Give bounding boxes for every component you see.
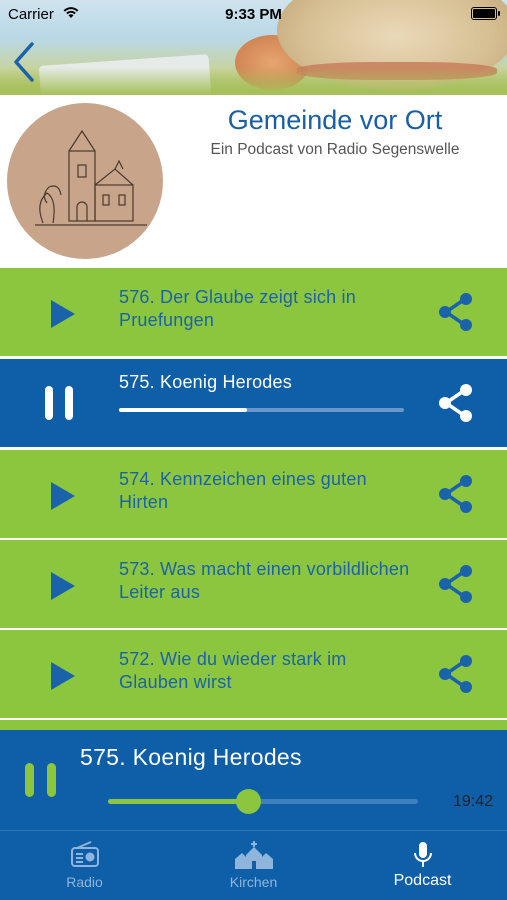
podcast-info: Gemeinde vor Ort Ein Podcast von Radio S… xyxy=(0,95,507,267)
podcast-title: Gemeinde vor Ort xyxy=(227,105,443,135)
podcast-cover xyxy=(7,103,163,259)
episode-title: 575. Koenig Herodes xyxy=(119,372,292,392)
episode-row[interactable]: 573. Was macht einen vorbildlichen Leite… xyxy=(0,540,507,628)
church-icon xyxy=(234,841,273,869)
play-icon[interactable] xyxy=(47,660,79,692)
share-icon[interactable] xyxy=(437,654,475,694)
player-seek-slider[interactable] xyxy=(108,789,418,814)
share-icon[interactable] xyxy=(437,383,475,423)
pause-icon[interactable] xyxy=(44,385,74,421)
tab-podcast[interactable]: Podcast xyxy=(338,831,507,900)
status-bar: Carrier 9:33 PM xyxy=(0,0,507,28)
episode-title: 576. Der Glaube zeigt sich in Pruefungen xyxy=(119,287,356,330)
status-time: 9:33 PM xyxy=(225,6,282,23)
tab-kirchen[interactable]: Kirchen xyxy=(169,831,338,900)
player-seek-fill xyxy=(108,799,248,804)
share-icon[interactable] xyxy=(437,564,475,604)
pause-button[interactable] xyxy=(24,762,58,798)
tab-label: Radio xyxy=(66,874,103,890)
mini-player: 575. Koenig Herodes 19:42 xyxy=(0,730,507,830)
tab-radio[interactable]: Radio xyxy=(0,831,169,900)
episode-progress-bar[interactable] xyxy=(119,408,404,412)
episode-row-active[interactable]: 575. Koenig Herodes xyxy=(0,359,507,447)
play-icon[interactable] xyxy=(47,480,79,512)
episode-row[interactable]: 574. Kennzeichen eines guten Hirten xyxy=(0,450,507,538)
play-icon[interactable] xyxy=(47,570,79,602)
podcast-subtitle: Ein Podcast von Radio Segenswelle xyxy=(210,141,460,158)
episode-title: 573. Was macht einen vorbildlichen Leite… xyxy=(119,559,410,602)
church-drawing-icon xyxy=(35,129,147,226)
episode-progress-fill xyxy=(119,408,248,412)
tab-label: Podcast xyxy=(393,872,452,889)
player-time: 19:42 xyxy=(452,793,493,810)
episode-row[interactable]: 576. Der Glaube zeigt sich in Pruefungen xyxy=(0,268,507,356)
back-button[interactable] xyxy=(8,40,42,84)
play-icon[interactable] xyxy=(47,298,79,330)
tab-bar: Radio Kirchen Podcast xyxy=(0,830,507,900)
battery-icon xyxy=(471,7,500,20)
tab-label: Kirchen xyxy=(229,874,278,890)
radio-icon xyxy=(70,841,99,867)
episode-row[interactable]: 572. Wie du wieder stark im Glauben wirs… xyxy=(0,630,507,718)
player-title: 575. Koenig Herodes xyxy=(80,744,302,770)
microphone-icon xyxy=(413,842,432,867)
episode-title: 574. Kennzeichen eines guten Hirten xyxy=(119,469,367,512)
episode-list: 576. Der Glaube zeigt sich in Pruefungen… xyxy=(0,268,507,730)
share-icon[interactable] xyxy=(437,292,475,332)
share-icon[interactable] xyxy=(437,474,475,514)
episode-title: 572. Wie du wieder stark im Glauben wirs… xyxy=(119,649,347,692)
episode-row[interactable] xyxy=(0,720,507,730)
player-seek-knob[interactable] xyxy=(235,789,261,814)
chevron-left-icon xyxy=(14,42,34,82)
